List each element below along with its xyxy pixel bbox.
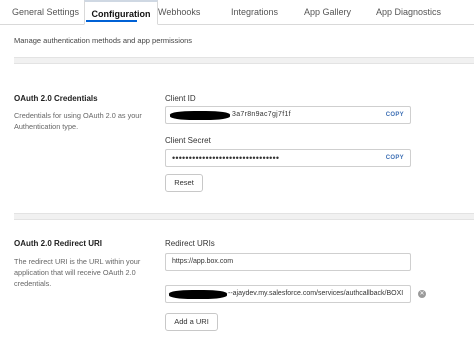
tab-bar: General Settings Configuration Webhooks … — [0, 0, 474, 25]
tab-app-gallery[interactable]: App Gallery — [304, 0, 351, 25]
copy-client-id-button[interactable]: COPY — [386, 107, 404, 123]
reset-button[interactable]: Reset — [165, 174, 203, 192]
credentials-title: OAuth 2.0 Credentials — [14, 94, 98, 103]
client-id-field[interactable]: 3a7r8n9ac7gj7f1f COPY — [165, 106, 411, 124]
redirect-uri-value: --ajaydev.my.salesforce.com/services/aut… — [228, 290, 404, 297]
redirect-uri-field[interactable]: https://app.box.com — [165, 253, 411, 271]
copy-client-secret-button[interactable]: COPY — [386, 150, 404, 166]
active-tab-indicator — [86, 20, 137, 22]
tab-integrations[interactable]: Integrations — [231, 0, 278, 25]
redirect-description: The redirect URI is the URL within your … — [14, 257, 141, 288]
client-id-label: Client ID — [165, 94, 196, 103]
section-divider — [14, 213, 474, 220]
redaction-mark — [169, 290, 227, 299]
section-divider — [14, 57, 474, 64]
tab-webhooks[interactable]: Webhooks — [158, 0, 200, 25]
credentials-description: Credentials for using OAuth 2.0 as your … — [14, 111, 142, 131]
client-id-value: 3a7r8n9ac7gj7f1f — [232, 111, 291, 118]
client-secret-value: •••••••••••••••••••••••••••••••• — [172, 153, 280, 163]
page-subtitle: Manage authentication methods and app pe… — [14, 36, 193, 45]
add-uri-button[interactable]: Add a URI — [165, 313, 218, 331]
redirect-uris-label: Redirect URIs — [165, 239, 215, 248]
tab-general-settings[interactable]: General Settings — [12, 0, 79, 25]
tab-app-diagnostics[interactable]: App Diagnostics — [376, 0, 441, 25]
redirect-uri-value: https://app.box.com — [172, 258, 234, 265]
client-secret-field[interactable]: •••••••••••••••••••••••••••••••• COPY — [165, 149, 411, 167]
redirect-title: OAuth 2.0 Redirect URI — [14, 239, 103, 248]
redirect-uri-field[interactable]: --ajaydev.my.salesforce.com/services/aut… — [165, 285, 411, 303]
client-secret-label: Client Secret — [165, 136, 211, 145]
redaction-mark — [170, 111, 230, 120]
x-circle-icon[interactable]: ✕ — [418, 290, 426, 298]
